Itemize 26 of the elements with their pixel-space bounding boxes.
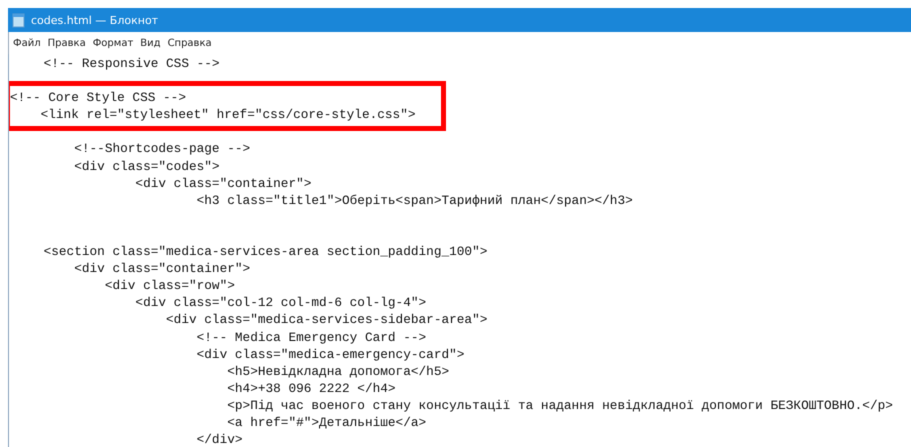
menu-item[interactable]: Правка: [48, 38, 86, 48]
code-line: <div class="col-12 col-md-6 col-lg-4">: [134, 294, 428, 312]
code-line: <!-- Medica Emergency Card -->: [196, 328, 428, 346]
menu-item[interactable]: Формат: [92, 38, 134, 48]
menu-item[interactable]: Вид: [140, 38, 161, 48]
menu-item[interactable]: Файл: [13, 38, 41, 48]
code-line: <!--Shortcodes-page -->: [73, 140, 252, 158]
code-line: <section class="medica-services-area section_padding_100">: [42, 243, 488, 260]
code-line: <a href="#">Детальніше</a>: [226, 414, 428, 432]
code-line: <div class="medica-services-sidebar-area">: [165, 311, 488, 328]
code-line: <div class="container">: [73, 260, 252, 278]
code-line: <h4>+38 096 2222 </h4>: [226, 380, 397, 397]
code-line: <h5>Невідкладна допомога</h5>: [226, 362, 450, 380]
code-line: <!-- Core Style CSS -->: [10, 89, 187, 106]
code-line: </div>: [196, 431, 244, 447]
code-line: <h3 class="title1">Оберіть<span>Тарифний план</span></h3>: [196, 192, 634, 209]
code-line: <!-- Responsive CSS -->: [42, 55, 221, 72]
menu-item[interactable]: Справка: [168, 38, 212, 48]
code-line: <div class="row">: [104, 277, 236, 294]
code-line: <div class="codes">: [73, 158, 221, 175]
code-line: <div class="container">: [134, 174, 312, 192]
window-title: codes.html — Блокнот: [31, 14, 158, 26]
code-line: <link rel="stylesheet" href="css/core-style.css">: [40, 106, 417, 124]
code-line: <div class="medica-emergency-card">: [196, 346, 466, 363]
notepad-icon: [12, 12, 25, 28]
code-line: <p>Під час военого стану консультації та надання невідкладної допомоги БЕЗКОШТОВНО.</p>: [226, 396, 894, 414]
